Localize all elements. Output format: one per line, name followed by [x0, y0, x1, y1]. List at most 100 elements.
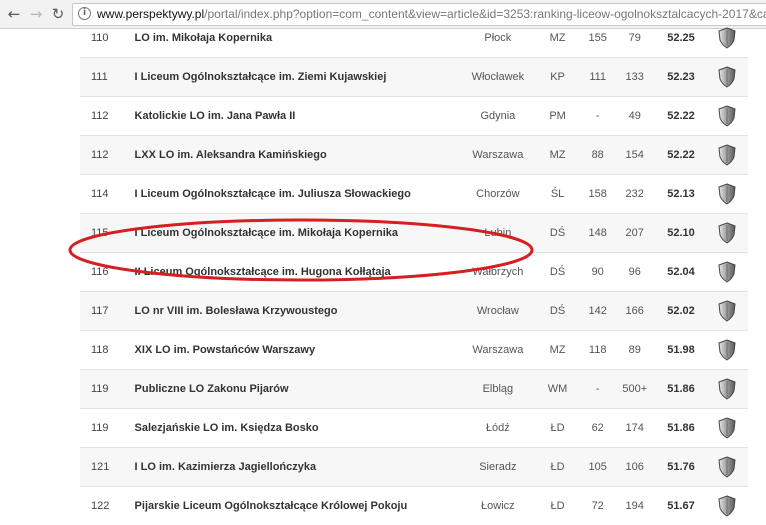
- table-row: 112Katolickie LO im. Jana Pawła IIGdynia…: [80, 97, 748, 136]
- value-b-cell: 154: [614, 136, 655, 175]
- score-cell: 51.98: [655, 331, 706, 370]
- voivodeship-cell: ŁD: [534, 409, 581, 448]
- school-name-cell[interactable]: I Liceum Ogólnokształcące im. Mikołaja K…: [135, 214, 462, 253]
- table-row: 115I Liceum Ogólnokształcące im. Mikołaj…: [80, 214, 748, 253]
- school-name-cell[interactable]: LO nr VIII im. Bolesława Krzywoustego: [135, 292, 462, 331]
- score-cell: 51.86: [655, 409, 706, 448]
- score-cell: 51.86: [655, 370, 706, 409]
- page-content: 110LO im. Mikołaja KopernikaPłockMZ15579…: [0, 29, 766, 516]
- voivodeship-cell: MZ: [534, 19, 581, 58]
- arrow-right-icon[interactable]: →: [26, 4, 46, 24]
- arrow-left-icon[interactable]: ←: [4, 4, 24, 24]
- value-a-cell: 111: [581, 58, 614, 97]
- city-cell: Łowicz: [462, 487, 534, 525]
- score-cell: 52.23: [655, 58, 706, 97]
- value-a-cell: 105: [581, 448, 614, 487]
- rank-cell: 110: [80, 19, 135, 58]
- shield-icon: [707, 448, 748, 487]
- city-cell: Warszawa: [462, 136, 534, 175]
- value-a-cell: 118: [581, 331, 614, 370]
- city-cell: Płock: [462, 19, 534, 58]
- voivodeship-cell: DŚ: [534, 253, 581, 292]
- rank-cell: 117: [80, 292, 135, 331]
- table-row: 114I Liceum Ogólnokształcące im. Juliusz…: [80, 175, 748, 214]
- rank-cell: 112: [80, 97, 135, 136]
- value-b-cell: 49: [614, 97, 655, 136]
- score-cell: 51.67: [655, 487, 706, 525]
- value-a-cell: 62: [581, 409, 614, 448]
- rank-cell: 122: [80, 487, 135, 525]
- school-name-cell[interactable]: II Liceum Ogólnokształcące im. Hugona Ko…: [135, 253, 462, 292]
- school-name-cell[interactable]: Salezjańskie LO im. Księdza Bosko: [135, 409, 462, 448]
- ranking-table: 110LO im. Mikołaja KopernikaPłockMZ15579…: [80, 19, 748, 525]
- city-cell: Gdynia: [462, 97, 534, 136]
- rank-cell: 119: [80, 370, 135, 409]
- voivodeship-cell: PM: [534, 97, 581, 136]
- rank-cell: 112: [80, 136, 135, 175]
- shield-icon: [707, 292, 748, 331]
- school-name-cell[interactable]: Katolickie LO im. Jana Pawła II: [135, 97, 462, 136]
- shield-icon: [707, 214, 748, 253]
- voivodeship-cell: WM: [534, 370, 581, 409]
- table-row: 119Salezjańskie LO im. Księdza BoskoŁódź…: [80, 409, 748, 448]
- table-row: 112LXX LO im. Aleksandra KamińskiegoWars…: [80, 136, 748, 175]
- city-cell: Łódź: [462, 409, 534, 448]
- rank-cell: 119: [80, 409, 135, 448]
- table-row: 119Publiczne LO Zakonu PijarówElblągWM- 5…: [80, 370, 748, 409]
- value-a-cell: 148: [581, 214, 614, 253]
- score-cell: 52.04: [655, 253, 706, 292]
- table-row: 118XIX LO im. Powstańców WarszawyWarszaw…: [80, 331, 748, 370]
- rank-cell: 118: [80, 331, 135, 370]
- school-name-cell[interactable]: LXX LO im. Aleksandra Kamińskiego: [135, 136, 462, 175]
- city-cell: Elbląg: [462, 370, 534, 409]
- voivodeship-cell: DŚ: [534, 214, 581, 253]
- table-row: 122Pijarskie Liceum Ogólnokształcące Kró…: [80, 487, 748, 525]
- school-name-cell[interactable]: Pijarskie Liceum Ogólnokształcące Królow…: [135, 487, 462, 525]
- city-cell: Sieradz: [462, 448, 534, 487]
- value-a-cell: -: [581, 370, 614, 409]
- school-name-cell[interactable]: XIX LO im. Powstańców Warszawy: [135, 331, 462, 370]
- value-a-cell: 155: [581, 19, 614, 58]
- table-row: 117LO nr VIII im. Bolesława Krzywoustego…: [80, 292, 748, 331]
- school-name-cell[interactable]: Publiczne LO Zakonu Pijarów: [135, 370, 462, 409]
- shield-icon: [707, 370, 748, 409]
- voivodeship-cell: DŚ: [534, 292, 581, 331]
- score-cell: 52.02: [655, 292, 706, 331]
- table-row: 111I Liceum Ogólnokształcące im. Ziemi K…: [80, 58, 748, 97]
- rank-cell: 121: [80, 448, 135, 487]
- value-b-cell: 133: [614, 58, 655, 97]
- value-a-cell: 90: [581, 253, 614, 292]
- value-a-cell: -: [581, 97, 614, 136]
- voivodeship-cell: MZ: [534, 136, 581, 175]
- school-name-cell[interactable]: I LO im. Kazimierza Jagiellończyka: [135, 448, 462, 487]
- reload-icon[interactable]: ↻: [48, 4, 68, 24]
- city-cell: Lubin: [462, 214, 534, 253]
- table-row: 110LO im. Mikołaja KopernikaPłockMZ15579…: [80, 19, 748, 58]
- value-b-cell: 79: [614, 19, 655, 58]
- value-b-cell: 106: [614, 448, 655, 487]
- value-b-cell: 194: [614, 487, 655, 525]
- value-b-cell: 207: [614, 214, 655, 253]
- city-cell: Chorzów: [462, 175, 534, 214]
- shield-icon: [707, 19, 748, 58]
- rank-cell: 111: [80, 58, 135, 97]
- city-cell: Wrocław: [462, 292, 534, 331]
- voivodeship-cell: ŁD: [534, 448, 581, 487]
- score-cell: 52.10: [655, 214, 706, 253]
- school-name-cell[interactable]: LO im. Mikołaja Kopernika: [135, 19, 462, 58]
- value-b-cell: 89: [614, 331, 655, 370]
- school-name-cell[interactable]: I Liceum Ogólnokształcące im. Juliusza S…: [135, 175, 462, 214]
- shield-icon: [707, 97, 748, 136]
- shield-icon: [707, 175, 748, 214]
- school-name-cell[interactable]: I Liceum Ogólnokształcące im. Ziemi Kuja…: [135, 58, 462, 97]
- score-cell: 51.76: [655, 448, 706, 487]
- shield-icon: [707, 136, 748, 175]
- value-a-cell: 72: [581, 487, 614, 525]
- voivodeship-cell: ŚL: [534, 175, 581, 214]
- rank-cell: 115: [80, 214, 135, 253]
- left-margin: [0, 29, 70, 516]
- voivodeship-cell: KP: [534, 58, 581, 97]
- value-b-cell: 232: [614, 175, 655, 214]
- value-b-cell: 166: [614, 292, 655, 331]
- score-cell: 52.25: [655, 19, 706, 58]
